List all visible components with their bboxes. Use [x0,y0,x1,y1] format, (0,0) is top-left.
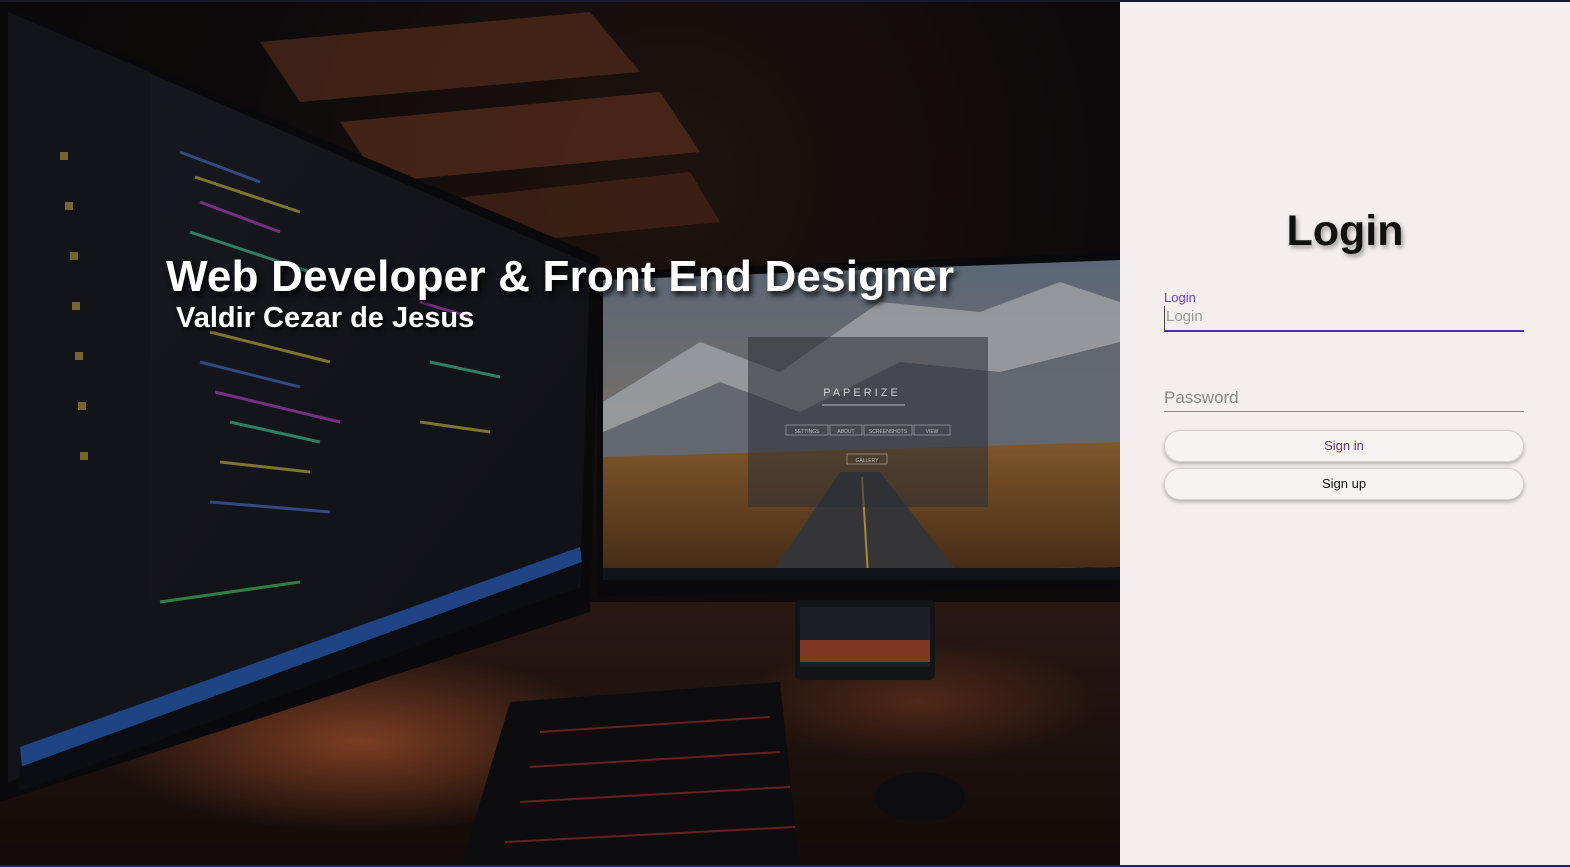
login-title: Login [1286,207,1404,255]
sign-in-button[interactable]: Sign in [1164,430,1524,462]
sign-up-button[interactable]: Sign up [1164,468,1524,500]
login-input[interactable] [1164,306,1524,332]
hero-background: PAPERIZE SETTINGS ABOUT SCREENSHOTS VIEW… [0,2,1120,867]
login-field: Login [1164,290,1524,332]
password-field [1164,384,1524,412]
password-input[interactable] [1164,384,1524,412]
hero-photo [0,2,1120,867]
page: PAPERIZE SETTINGS ABOUT SCREENSHOTS VIEW… [0,0,1570,867]
hero-title: Web Developer & Front End Designer [166,252,955,301]
login-field-label: Login [1164,290,1196,305]
login-panel: Login Login Sign in Sign up [1120,2,1570,867]
hero-subtitle: Valdir Cezar de Jesus [176,302,475,334]
